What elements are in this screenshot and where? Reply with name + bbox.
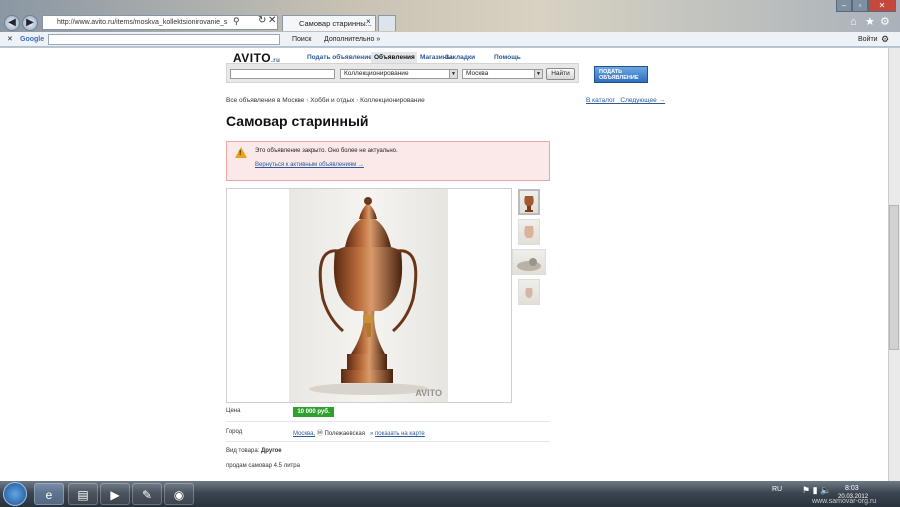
language-indicator[interactable]: RU xyxy=(772,486,782,493)
close-icon[interactable]: ✕ xyxy=(268,15,276,26)
thumbnail-2[interactable] xyxy=(518,219,540,245)
forward-button[interactable]: ▶ xyxy=(22,15,38,31)
description: продам самовар 4.5 литра xyxy=(226,463,300,469)
nav-post-ad[interactable]: Подать объявление xyxy=(307,54,372,61)
scrollbar-thumb[interactable] xyxy=(889,205,899,350)
chevron-down-icon: ▼ xyxy=(534,70,542,78)
thumbnail-4[interactable] xyxy=(518,279,540,305)
post-ad-button[interactable]: ПОДАТЬ ОБЪЯВЛЕНИЕ xyxy=(594,66,648,83)
thumbnail-1[interactable] xyxy=(518,189,540,215)
gear-icon[interactable]: ⚙ xyxy=(880,15,890,28)
city-value: Москва, Ⓜ Полежаевская » показать на кар… xyxy=(293,431,425,437)
main-photo[interactable]: AVITO xyxy=(289,189,448,402)
explorer-taskbar-icon[interactable]: ▤ xyxy=(68,483,98,505)
price-badge: 10 000 руб. xyxy=(293,407,334,417)
back-button[interactable]: ◀ xyxy=(4,15,20,31)
clock-time[interactable]: 8:03 xyxy=(845,485,859,492)
wrench-icon[interactable]: ⚙ xyxy=(881,32,889,47)
nav-help[interactable]: Помощь xyxy=(494,54,521,61)
item-type-label: Вид товара: xyxy=(226,448,260,454)
google-logo: Google xyxy=(20,36,45,43)
minimize-button[interactable]: – xyxy=(836,0,852,12)
start-button[interactable] xyxy=(3,482,27,506)
app-taskbar-icon[interactable]: ✎ xyxy=(132,483,162,505)
warning-mark: ! xyxy=(239,150,242,157)
home-icon[interactable]: ⌂ xyxy=(850,16,857,28)
login-link[interactable]: Войти xyxy=(858,32,878,47)
metro-station: Полежаевская xyxy=(324,431,365,437)
city-link[interactable]: Москва, xyxy=(293,431,315,437)
closed-notice xyxy=(226,141,550,181)
breadcrumb-collecting[interactable]: Коллекционирование xyxy=(360,97,425,104)
price-label: Цена xyxy=(226,408,241,414)
google-search-input[interactable] xyxy=(48,34,280,45)
samovar-image xyxy=(309,197,429,395)
photo-watermark: AVITO xyxy=(415,388,442,398)
firefox-taskbar-icon[interactable]: ◉ xyxy=(164,483,194,505)
site-watermark: www.samovar-org.ru xyxy=(812,498,877,505)
closed-notice-text: Это объявление закрыто. Оно более не акт… xyxy=(255,148,398,154)
tab-close-icon[interactable]: × xyxy=(366,17,371,26)
chevron-down-icon: ▼ xyxy=(449,70,457,78)
item-type-value: Другое xyxy=(261,448,282,454)
breadcrumb: Все объявления в Москве › Хобби и отдых … xyxy=(226,97,425,104)
breadcrumb-right: В каталог Следующее → xyxy=(586,97,665,104)
map-link[interactable]: показать на карте xyxy=(375,431,425,437)
nav-ads[interactable]: Объявления xyxy=(371,52,417,63)
breadcrumb-all[interactable]: Все объявления в Москве xyxy=(226,97,304,104)
tab-active[interactable]: Самовар старинны... xyxy=(282,15,376,31)
next-link[interactable]: Следующее → xyxy=(620,97,665,104)
maximize-button[interactable]: ▫ xyxy=(852,0,868,12)
price-row xyxy=(226,404,550,422)
google-search-button[interactable]: Поиск xyxy=(292,32,311,47)
catalog-link[interactable]: В каталог xyxy=(586,97,615,104)
find-button[interactable]: Найти xyxy=(546,68,575,80)
city-label: Город xyxy=(226,429,243,435)
window-close-button[interactable]: ✕ xyxy=(868,0,896,12)
item-type: Вид товара: Другое xyxy=(226,448,282,454)
back-to-active-link[interactable]: Вернуться к активным объявлениям → xyxy=(255,162,364,168)
search-icon[interactable]: ⚲ xyxy=(233,16,240,27)
tray-icons[interactable]: ⚑ ▮ 🔈 xyxy=(802,485,831,496)
address-bar[interactable]: http://www.avito.ru/items/moskva_kollekt… xyxy=(42,15,278,30)
page-title: Самовар старинный xyxy=(226,113,369,129)
search-input[interactable] xyxy=(230,69,335,79)
refresh-icon[interactable]: ↻ xyxy=(258,15,266,26)
new-tab-button[interactable] xyxy=(378,15,396,31)
toolbar-close-icon[interactable]: ✕ xyxy=(7,32,13,47)
thumbnail-3[interactable] xyxy=(512,249,546,275)
nav-bookmarks[interactable]: Закладки xyxy=(445,54,475,61)
category-select[interactable]: Коллекционирование ▼ xyxy=(340,69,458,79)
favorites-star-icon[interactable]: ★ xyxy=(865,15,875,28)
media-player-taskbar-icon[interactable]: ▶ xyxy=(100,483,130,505)
addons-menu[interactable]: Дополнительно » xyxy=(324,32,380,47)
city-select[interactable]: Москва ▼ xyxy=(462,69,543,79)
ie-taskbar-icon[interactable]: e xyxy=(34,483,64,505)
metro-icon: Ⓜ xyxy=(316,431,323,437)
breadcrumb-hobby[interactable]: Хобби и отдых xyxy=(310,97,354,104)
